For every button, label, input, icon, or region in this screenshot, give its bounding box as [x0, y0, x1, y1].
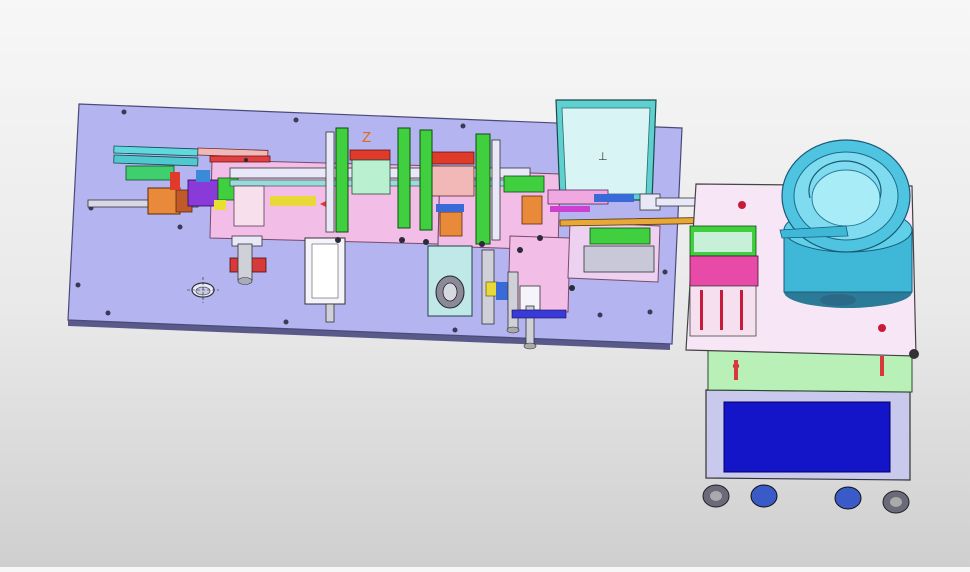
assembly-model: Z ⊥: [67, 99, 919, 514]
cyan-hopper: ⊥: [555, 99, 657, 201]
caster-wheels: [702, 484, 910, 514]
cad-viewport[interactable]: Z ⊥: [0, 0, 970, 567]
svg-text:⊥: ⊥: [598, 151, 608, 163]
upright-1: [335, 127, 349, 233]
upright-2: [397, 127, 411, 229]
upright-4: [475, 133, 491, 245]
axis-label: Z: [362, 129, 371, 146]
upright-3: [419, 129, 433, 231]
cabinet-door-panel: [723, 401, 891, 473]
vibratory-bowl: [779, 139, 913, 308]
orange-block: [147, 187, 181, 215]
